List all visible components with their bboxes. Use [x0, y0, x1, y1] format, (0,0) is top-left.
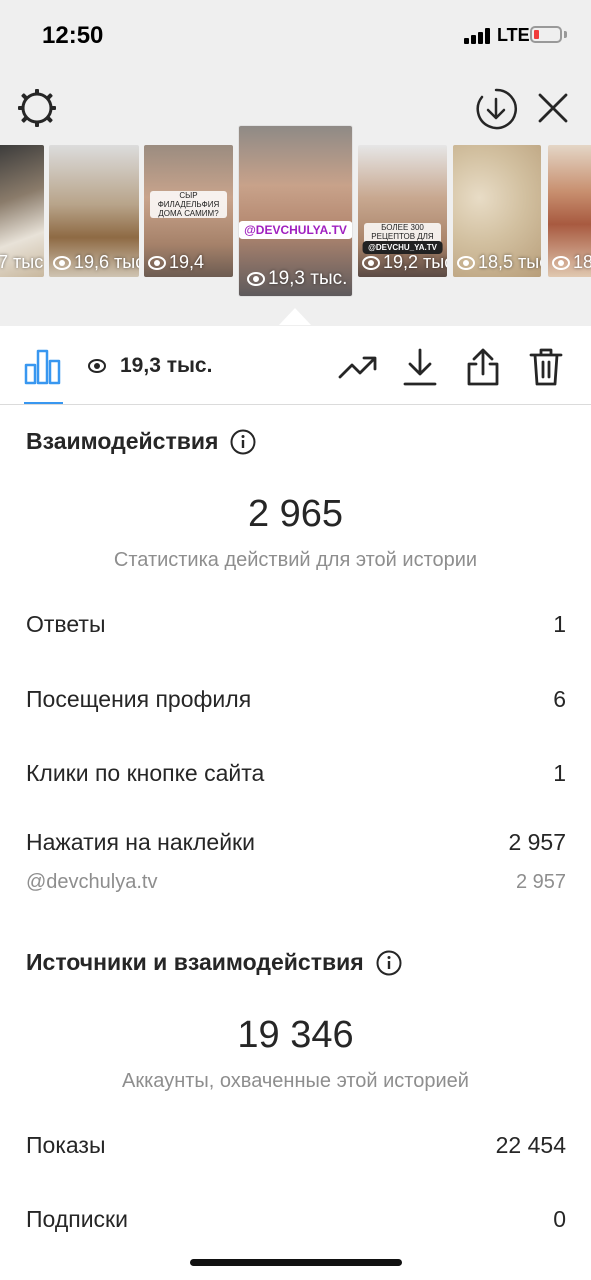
story-views: 19,4 [169, 252, 205, 272]
interactions-title: Взаимодействия [26, 428, 219, 454]
stat-value: 2 957 [508, 829, 566, 855]
story-views: 19,3 тыс. [268, 268, 348, 289]
stat-label: Показы [26, 1132, 106, 1158]
eye-icon [53, 255, 71, 270]
stat-label: Подписки [26, 1206, 128, 1232]
stat-row: Посещения профиля 6 [26, 686, 566, 713]
stat-value: 0 [553, 1206, 566, 1232]
story-thumbnail[interactable]: 7 тыс [0, 145, 44, 277]
sticker-value: 2 957 [515, 871, 566, 893]
stat-label: Ответы [26, 611, 106, 637]
info-icon[interactable] [376, 950, 402, 976]
status-bar: 12:50 LTE [0, 0, 591, 72]
stat-value: 6 [553, 686, 566, 712]
views-summary: 19,3 тыс. [88, 354, 212, 378]
story-thumbnails[interactable]: 7 тыс 19,6 тыс СЫР ФИЛАДЕЛЬФИЯ ДОМА САМИ… [0, 72, 591, 326]
story-thumbnail-selected[interactable]: @DEVCHULYA.TV 19,3 тыс. [239, 126, 352, 296]
story-thumbnail[interactable]: 19,6 тыс [49, 145, 139, 277]
story-strip-header: 7 тыс 19,6 тыс СЫР ФИЛАДЕЛЬФИЯ ДОМА САМИ… [0, 72, 591, 326]
sticker-handle: @devchulya.tv [26, 871, 158, 893]
trending-icon[interactable] [337, 346, 379, 388]
views-total-value: 19,3 тыс. [120, 354, 213, 377]
discovery-subtitle: Аккаунты, охваченные этой историей [122, 1070, 469, 1092]
story-views: 19,6 тыс [74, 252, 139, 272]
story-thumbnail[interactable]: СЫР ФИЛАДЕЛЬФИЯ ДОМА САМИМ? 19,4 [144, 145, 233, 277]
delete-icon[interactable] [525, 346, 567, 388]
stat-row: Подписки 0 [26, 1206, 566, 1233]
story-caption: СЫР ФИЛАДЕЛЬФИЯ ДОМА САМИМ? [150, 191, 227, 218]
stat-row: Показы 22 454 [26, 1132, 566, 1159]
active-tab-indicator [24, 402, 63, 404]
selection-pointer [279, 308, 311, 325]
stat-row: Ответы 1 [26, 611, 566, 638]
eye-icon [457, 255, 475, 270]
bar-chart-icon[interactable] [24, 349, 62, 385]
discovery-total: 19 346 [237, 1014, 354, 1056]
story-sticker: @DEVCHULYA.TV [239, 221, 352, 239]
info-icon[interactable] [230, 429, 256, 455]
story-views: 7 тыс [0, 252, 44, 272]
sticker-stat-row: @devchulya.tv 2 957 [26, 871, 566, 894]
home-indicator[interactable] [190, 1259, 402, 1266]
download-icon[interactable] [399, 346, 441, 388]
stat-value: 1 [553, 611, 566, 637]
battery-icon [530, 26, 562, 43]
stat-value: 1 [553, 760, 566, 786]
eye-icon [247, 272, 265, 286]
stat-row: Нажатия на наклейки 2 957 [26, 829, 566, 856]
story-views: 19,2 тыс [383, 252, 447, 272]
interactions-section-title: Взаимодействия [26, 428, 256, 455]
interactions-total: 2 965 [247, 493, 344, 535]
story-thumbnail[interactable]: 18 [548, 145, 591, 277]
signal-icon [464, 28, 492, 44]
story-thumbnail[interactable]: БОЛЕЕ 300 РЕЦЕПТОВ ДЛЯ ЛЕНТЯЕК @DEVCHU_Y… [358, 145, 447, 277]
story-views: 18 [573, 252, 591, 272]
eye-icon [148, 255, 166, 270]
story-thumbnail[interactable]: 18,5 тыс [453, 145, 541, 277]
stat-row: Клики по кнопке сайта 1 [26, 760, 566, 787]
interactions-subtitle: Статистика действий для этой истории [113, 549, 478, 571]
eye-icon [362, 255, 380, 270]
stat-label: Нажатия на наклейки [26, 829, 255, 855]
insights-toolbar: 19,3 тыс. [0, 326, 591, 405]
status-time: 12:50 [42, 22, 104, 49]
eye-icon [552, 255, 570, 270]
stat-label: Посещения профиля [26, 686, 252, 712]
discovery-title: Источники и взаимодействия [26, 949, 364, 975]
share-icon[interactable] [462, 346, 504, 388]
discovery-section-title: Источники и взаимодействия [26, 949, 402, 976]
stat-value: 22 454 [495, 1132, 566, 1158]
eye-icon [88, 359, 106, 373]
story-views: 18,5 тыс [478, 252, 541, 272]
network-label: LTE [497, 25, 530, 45]
stat-label: Клики по кнопке сайта [26, 760, 265, 786]
